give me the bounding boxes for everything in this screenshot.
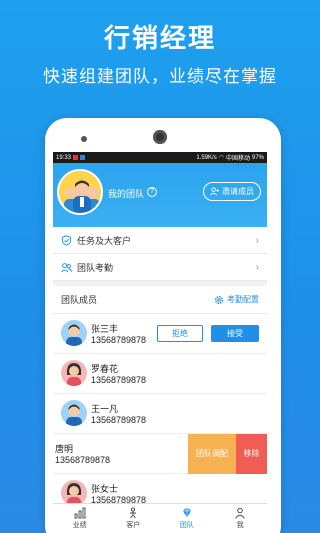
network-speed: 1.59K/s [196, 154, 217, 161]
carrier-name: 中国移动 [225, 156, 250, 162]
tab-customers[interactable]: 客户 [107, 504, 161, 533]
sensor-dot [81, 136, 87, 142]
member-name: 张三丰 [91, 324, 119, 334]
remove-button[interactable]: 移除 [236, 434, 267, 474]
promo-subtitle: 快速组建团队，业绩尽在掌握 [43, 67, 277, 86]
member-phone: 13568789878 [55, 455, 111, 465]
bar-chart-icon [74, 507, 86, 519]
member-phone: 13568789878 [91, 335, 147, 345]
female-avatar-icon [61, 360, 87, 386]
attendance-config-button[interactable]: 考勤配置 [214, 294, 259, 305]
gear-icon [215, 295, 223, 304]
chevron-right-icon: › [255, 262, 259, 273]
battery-level: 97% [251, 154, 264, 161]
male-avatar-icon [61, 400, 87, 426]
member-row[interactable]: 王一凡 13568789878 [53, 394, 267, 434]
member-row[interactable]: 罗春花 13568789878 [53, 354, 267, 394]
team-attendance-icon [61, 262, 72, 272]
attendance-config-label: 考勤配置 [227, 295, 259, 304]
member-row[interactable]: 唐明 13568789878 团队调配 移除 [53, 434, 267, 474]
person-icon [235, 507, 246, 519]
accept-button[interactable]: 接受 [211, 325, 259, 342]
menu-item-tasks[interactable]: 任务及大客户 › [53, 227, 267, 254]
tab-label: 客户 [126, 522, 141, 529]
status-bar: 19:33 1.59K/s ◠ 中国移动 97% [53, 152, 267, 163]
member-phone: 13568789878 [91, 375, 147, 385]
male-avatar-icon [61, 320, 87, 346]
notification-icon [80, 155, 86, 160]
menu-item-attendance[interactable]: 团队考勤 › [53, 254, 267, 281]
menu-item-label: 团队考勤 [77, 262, 114, 273]
team-label: 我的团队 [108, 189, 145, 199]
member-name: 罗春花 [91, 364, 119, 374]
tab-label: 业绩 [72, 522, 87, 529]
tab-label: 团队 [179, 522, 194, 529]
shield-check-icon [61, 234, 72, 246]
tab-me[interactable]: 我 [214, 504, 268, 533]
wifi-icon: ◠ [218, 155, 224, 161]
team-header: 我的团队 ? 邀请成员 [53, 163, 267, 227]
member-name: 张女士 [91, 484, 119, 494]
member-row[interactable]: 张三丰 13568789878 拒绝 接受 [53, 314, 267, 354]
menu-item-label: 任务及大客户 [77, 235, 132, 246]
front-camera [153, 130, 167, 144]
add-person-icon [210, 187, 219, 196]
customer-icon [130, 507, 137, 519]
promo-title: 行销经理 [103, 23, 216, 53]
status-time: 19:33 [56, 154, 72, 161]
notification-icon [73, 155, 79, 160]
bottom-tab-bar: 业绩 客户 团队 我 [53, 503, 267, 533]
members-section-title: 团队成员 [61, 295, 98, 305]
tab-team[interactable]: 团队 [160, 504, 214, 533]
help-icon[interactable]: ? [147, 187, 157, 197]
tab-label: 我 [236, 522, 244, 529]
member-name: 唐明 [55, 444, 74, 454]
invite-member-label: 邀请成员 [222, 187, 254, 196]
tab-performance[interactable]: 业绩 [53, 504, 107, 533]
member-name: 王一凡 [91, 404, 119, 414]
member-phone: 13568789878 [91, 415, 147, 425]
team-adjust-button[interactable]: 团队调配 [188, 434, 236, 474]
members-section-header: 团队成员 考勤配置 [53, 286, 267, 314]
chevron-right-icon: › [255, 235, 259, 246]
invite-member-button[interactable]: 邀请成员 [203, 182, 261, 201]
reject-button[interactable]: 拒绝 [157, 325, 203, 342]
team-avatar-icon [57, 169, 103, 215]
app-screen: 19:33 1.59K/s ◠ 中国移动 97% 我的团队 ? 邀请成员 任务及… [53, 152, 267, 533]
diamond-icon [182, 508, 191, 518]
